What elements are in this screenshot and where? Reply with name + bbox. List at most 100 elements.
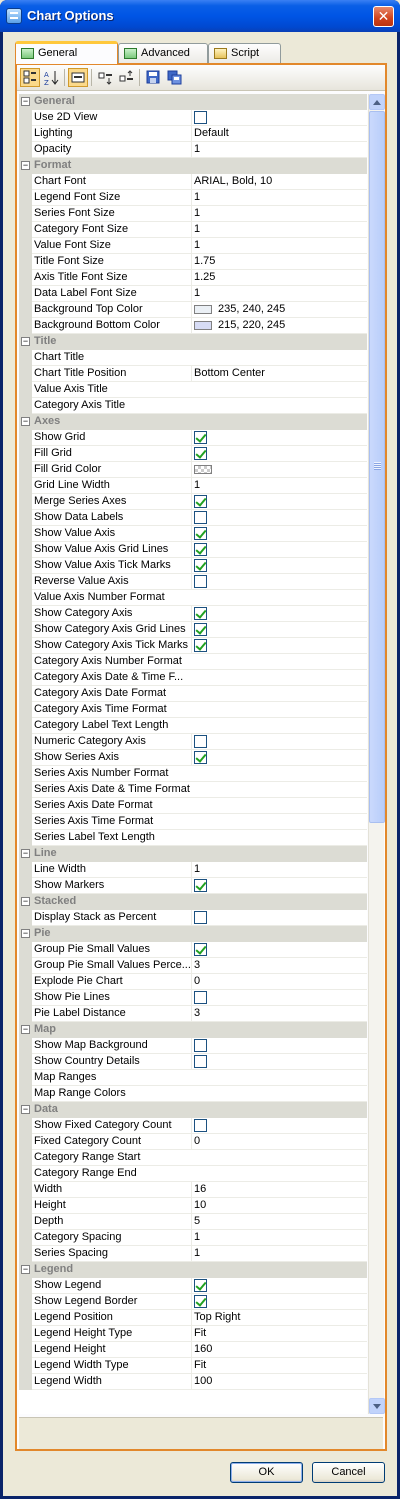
property-value[interactable] bbox=[191, 446, 367, 461]
property-row[interactable]: Show Category Axis Grid Lines bbox=[19, 622, 367, 638]
property-value[interactable] bbox=[191, 510, 367, 525]
collapse-icon[interactable]: − bbox=[21, 337, 30, 346]
property-checkbox[interactable] bbox=[194, 575, 207, 588]
property-value[interactable] bbox=[191, 110, 367, 125]
property-row[interactable]: Category Range End bbox=[19, 1166, 367, 1182]
property-row[interactable]: Grid Line Width 1 bbox=[19, 478, 367, 494]
property-row[interactable]: Value Axis Number Format bbox=[19, 590, 367, 606]
property-row[interactable]: Show Legend bbox=[19, 1278, 367, 1294]
property-row[interactable]: Height 10 bbox=[19, 1198, 367, 1214]
property-value[interactable] bbox=[191, 574, 367, 589]
tab-advanced[interactable]: Advanced bbox=[118, 43, 208, 63]
property-row[interactable]: Show Markers bbox=[19, 878, 367, 894]
property-row[interactable]: Width 16 bbox=[19, 1182, 367, 1198]
property-row[interactable]: Map Range Colors bbox=[19, 1086, 367, 1102]
property-checkbox[interactable] bbox=[194, 431, 207, 444]
property-value[interactable]: Default bbox=[191, 126, 367, 141]
close-button[interactable]: ✕ bbox=[373, 6, 394, 27]
property-value[interactable]: 10 bbox=[191, 1198, 367, 1213]
property-value[interactable]: 215, 220, 245 bbox=[191, 318, 367, 333]
property-value[interactable] bbox=[191, 622, 367, 637]
property-row[interactable]: Category Range Start bbox=[19, 1150, 367, 1166]
property-checkbox[interactable] bbox=[194, 511, 207, 524]
collapse-all-button[interactable] bbox=[116, 68, 136, 87]
property-row[interactable]: Category Font Size 1 bbox=[19, 222, 367, 238]
property-value[interactable] bbox=[191, 878, 367, 893]
property-value[interactable]: 1 bbox=[191, 206, 367, 221]
property-value[interactable] bbox=[191, 1038, 367, 1053]
property-checkbox[interactable] bbox=[194, 911, 207, 924]
save-button[interactable] bbox=[143, 68, 163, 87]
property-checkbox[interactable] bbox=[194, 1119, 207, 1132]
property-value[interactable] bbox=[191, 942, 367, 957]
property-row[interactable]: Series Axis Date & Time Format bbox=[19, 782, 367, 798]
collapse-icon[interactable]: − bbox=[21, 417, 30, 426]
tab-general[interactable]: General bbox=[15, 41, 118, 64]
cancel-button[interactable]: Cancel bbox=[312, 1462, 385, 1483]
color-swatch[interactable] bbox=[194, 465, 212, 474]
collapse-icon[interactable]: − bbox=[21, 1105, 30, 1114]
expand-all-button[interactable] bbox=[95, 68, 115, 87]
property-checkbox[interactable] bbox=[194, 943, 207, 956]
property-row[interactable]: Depth 5 bbox=[19, 1214, 367, 1230]
category-legend[interactable]: − Legend bbox=[19, 1262, 367, 1278]
vertical-scrollbar[interactable] bbox=[368, 94, 385, 1414]
property-row[interactable]: Fill Grid bbox=[19, 446, 367, 462]
property-checkbox[interactable] bbox=[194, 447, 207, 460]
property-row[interactable]: Fixed Category Count 0 bbox=[19, 1134, 367, 1150]
property-value[interactable] bbox=[191, 494, 367, 509]
property-grid[interactable]: − General Use 2D View Lighting Default Opacit… bbox=[19, 94, 367, 1414]
category-pie[interactable]: − Pie bbox=[19, 926, 367, 942]
property-checkbox[interactable] bbox=[194, 527, 207, 540]
property-checkbox[interactable] bbox=[194, 991, 207, 1004]
property-pages-button[interactable] bbox=[68, 68, 88, 87]
tab-script[interactable]: Script bbox=[208, 43, 281, 63]
property-row[interactable]: Show Category Axis bbox=[19, 606, 367, 622]
property-value[interactable] bbox=[191, 462, 367, 477]
property-row[interactable]: Pie Label Distance 3 bbox=[19, 1006, 367, 1022]
property-row[interactable]: Lighting Default bbox=[19, 126, 367, 142]
property-value[interactable]: 1 bbox=[191, 142, 367, 157]
property-value[interactable]: 5 bbox=[191, 1214, 367, 1229]
color-swatch[interactable] bbox=[194, 321, 212, 330]
property-row[interactable]: Series Spacing 1 bbox=[19, 1246, 367, 1262]
property-row[interactable]: Legend Width Type Fit bbox=[19, 1358, 367, 1374]
property-row[interactable]: Reverse Value Axis bbox=[19, 574, 367, 590]
property-row[interactable]: Series Axis Time Format bbox=[19, 814, 367, 830]
category-title[interactable]: − Title bbox=[19, 334, 367, 350]
property-checkbox[interactable] bbox=[194, 111, 207, 124]
collapse-icon[interactable]: − bbox=[21, 97, 30, 106]
property-row[interactable]: Background Top Color 235, 240, 245 bbox=[19, 302, 367, 318]
property-row[interactable]: Group Pie Small Values Perce... 3 bbox=[19, 958, 367, 974]
property-value[interactable]: 1 bbox=[191, 238, 367, 253]
property-row[interactable]: Legend Position Top Right bbox=[19, 1310, 367, 1326]
collapse-icon[interactable]: − bbox=[21, 1265, 30, 1274]
property-row[interactable]: Explode Pie Chart 0 bbox=[19, 974, 367, 990]
property-row[interactable]: Legend Height 160 bbox=[19, 1342, 367, 1358]
category-data[interactable]: − Data bbox=[19, 1102, 367, 1118]
ok-button[interactable]: OK bbox=[230, 1462, 303, 1483]
category-map[interactable]: − Map bbox=[19, 1022, 367, 1038]
property-value[interactable]: 1 bbox=[191, 478, 367, 493]
property-row[interactable]: Show Legend Border bbox=[19, 1294, 367, 1310]
property-row[interactable]: Legend Width 100 bbox=[19, 1374, 367, 1390]
property-value[interactable] bbox=[191, 526, 367, 541]
property-value[interactable]: 1 bbox=[191, 222, 367, 237]
scroll-thumb[interactable] bbox=[369, 111, 385, 823]
property-row[interactable]: Show Grid bbox=[19, 430, 367, 446]
property-value[interactable]: 1 bbox=[191, 1246, 367, 1261]
property-row[interactable]: Fill Grid Color bbox=[19, 462, 367, 478]
property-row[interactable]: Display Stack as Percent bbox=[19, 910, 367, 926]
property-value[interactable] bbox=[191, 1054, 367, 1069]
property-row[interactable]: Show Value Axis Tick Marks bbox=[19, 558, 367, 574]
property-row[interactable]: Show Value Axis bbox=[19, 526, 367, 542]
property-row[interactable]: Group Pie Small Values bbox=[19, 942, 367, 958]
property-row[interactable]: Category Spacing 1 bbox=[19, 1230, 367, 1246]
property-row[interactable]: Background Bottom Color 215, 220, 245 bbox=[19, 318, 367, 334]
property-value[interactable]: 3 bbox=[191, 1006, 367, 1021]
property-row[interactable]: Chart Title Position Bottom Center bbox=[19, 366, 367, 382]
property-row[interactable]: Legend Font Size 1 bbox=[19, 190, 367, 206]
property-row[interactable]: Data Label Font Size 1 bbox=[19, 286, 367, 302]
property-value[interactable]: 1 bbox=[191, 862, 367, 877]
property-checkbox[interactable] bbox=[194, 607, 207, 620]
